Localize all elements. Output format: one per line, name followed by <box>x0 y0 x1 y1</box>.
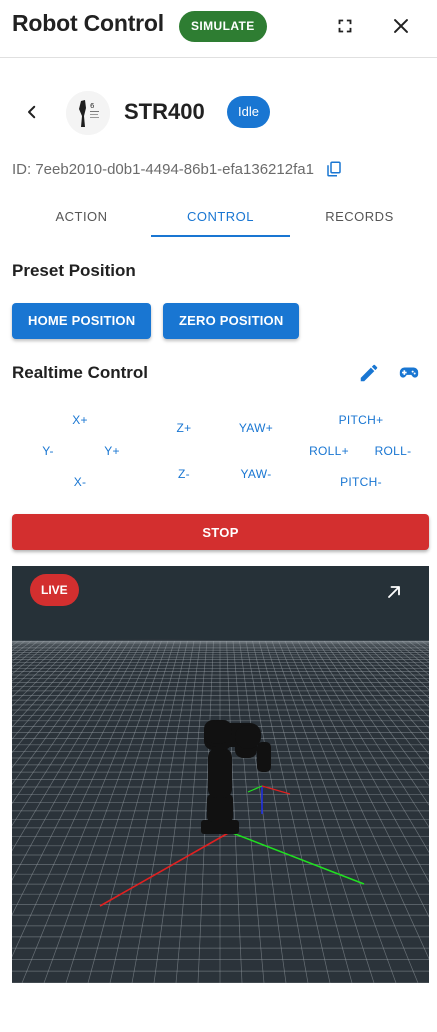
gamepad-icon[interactable] <box>397 361 421 385</box>
back-arrow-icon[interactable] <box>20 100 44 124</box>
jog-pitch-minus-button[interactable]: PITCH- <box>340 475 382 489</box>
app-title: Robot Control <box>12 10 164 36</box>
jog-y-minus-button[interactable]: Y- <box>42 444 54 458</box>
active-tab-indicator <box>151 235 290 237</box>
jog-roll-minus-button[interactable]: ROLL- <box>375 444 412 458</box>
robot-3d-viewport[interactable]: LIVE <box>12 566 429 983</box>
edit-pencil-icon[interactable] <box>357 361 381 385</box>
stop-button[interactable]: STOP <box>12 514 429 550</box>
jog-x-minus-button[interactable]: X- <box>74 475 87 489</box>
fullscreen-icon[interactable] <box>331 12 359 40</box>
jog-roll-plus-button[interactable]: ROLL+ <box>309 444 349 458</box>
copy-icon[interactable] <box>324 159 344 179</box>
tab-records[interactable]: RECORDS <box>290 194 429 238</box>
svg-text:6: 6 <box>90 102 95 110</box>
jog-yaw-minus-button[interactable]: YAW- <box>241 467 272 481</box>
tab-bar: ACTION CONTROL RECORDS <box>0 194 437 238</box>
jog-pitch-plus-button[interactable]: PITCH+ <box>339 413 384 427</box>
robot-name: STR400 <box>124 99 205 124</box>
status-badge: Idle <box>227 96 270 128</box>
tab-control[interactable]: CONTROL <box>151 194 290 238</box>
home-position-button[interactable]: HOME POSITION <box>12 303 152 339</box>
robot-id-row: ID: 7eeb2010-d0b1-4494-86b1-efa136212fa1 <box>12 158 344 180</box>
jog-z-plus-button[interactable]: Z+ <box>177 421 192 435</box>
zero-position-button[interactable]: ZERO POSITION <box>163 303 300 339</box>
live-badge: LIVE <box>30 574 79 606</box>
jog-yaw-plus-button[interactable]: YAW+ <box>239 421 273 435</box>
robot-id-text: ID: 7eeb2010-d0b1-4494-86b1-efa136212fa1 <box>12 160 314 178</box>
simulate-mode-badge[interactable]: SIMULATE <box>179 11 267 42</box>
robot-avatar: 6 <box>66 91 110 135</box>
robot-3d-scene <box>12 639 429 983</box>
app-header: Robot Control SIMULATE <box>0 0 437 58</box>
close-icon[interactable] <box>387 12 415 40</box>
jog-z-minus-button[interactable]: Z- <box>178 467 190 481</box>
tab-action[interactable]: ACTION <box>12 194 151 238</box>
jog-x-plus-button[interactable]: X+ <box>72 413 88 427</box>
realtime-control-heading: Realtime Control <box>12 363 149 382</box>
open-external-arrow-icon[interactable] <box>382 580 406 604</box>
jog-y-plus-button[interactable]: Y+ <box>104 444 120 458</box>
robot-summary: 6 STR400 Idle <box>0 88 437 136</box>
preset-position-heading: Preset Position <box>12 261 136 280</box>
